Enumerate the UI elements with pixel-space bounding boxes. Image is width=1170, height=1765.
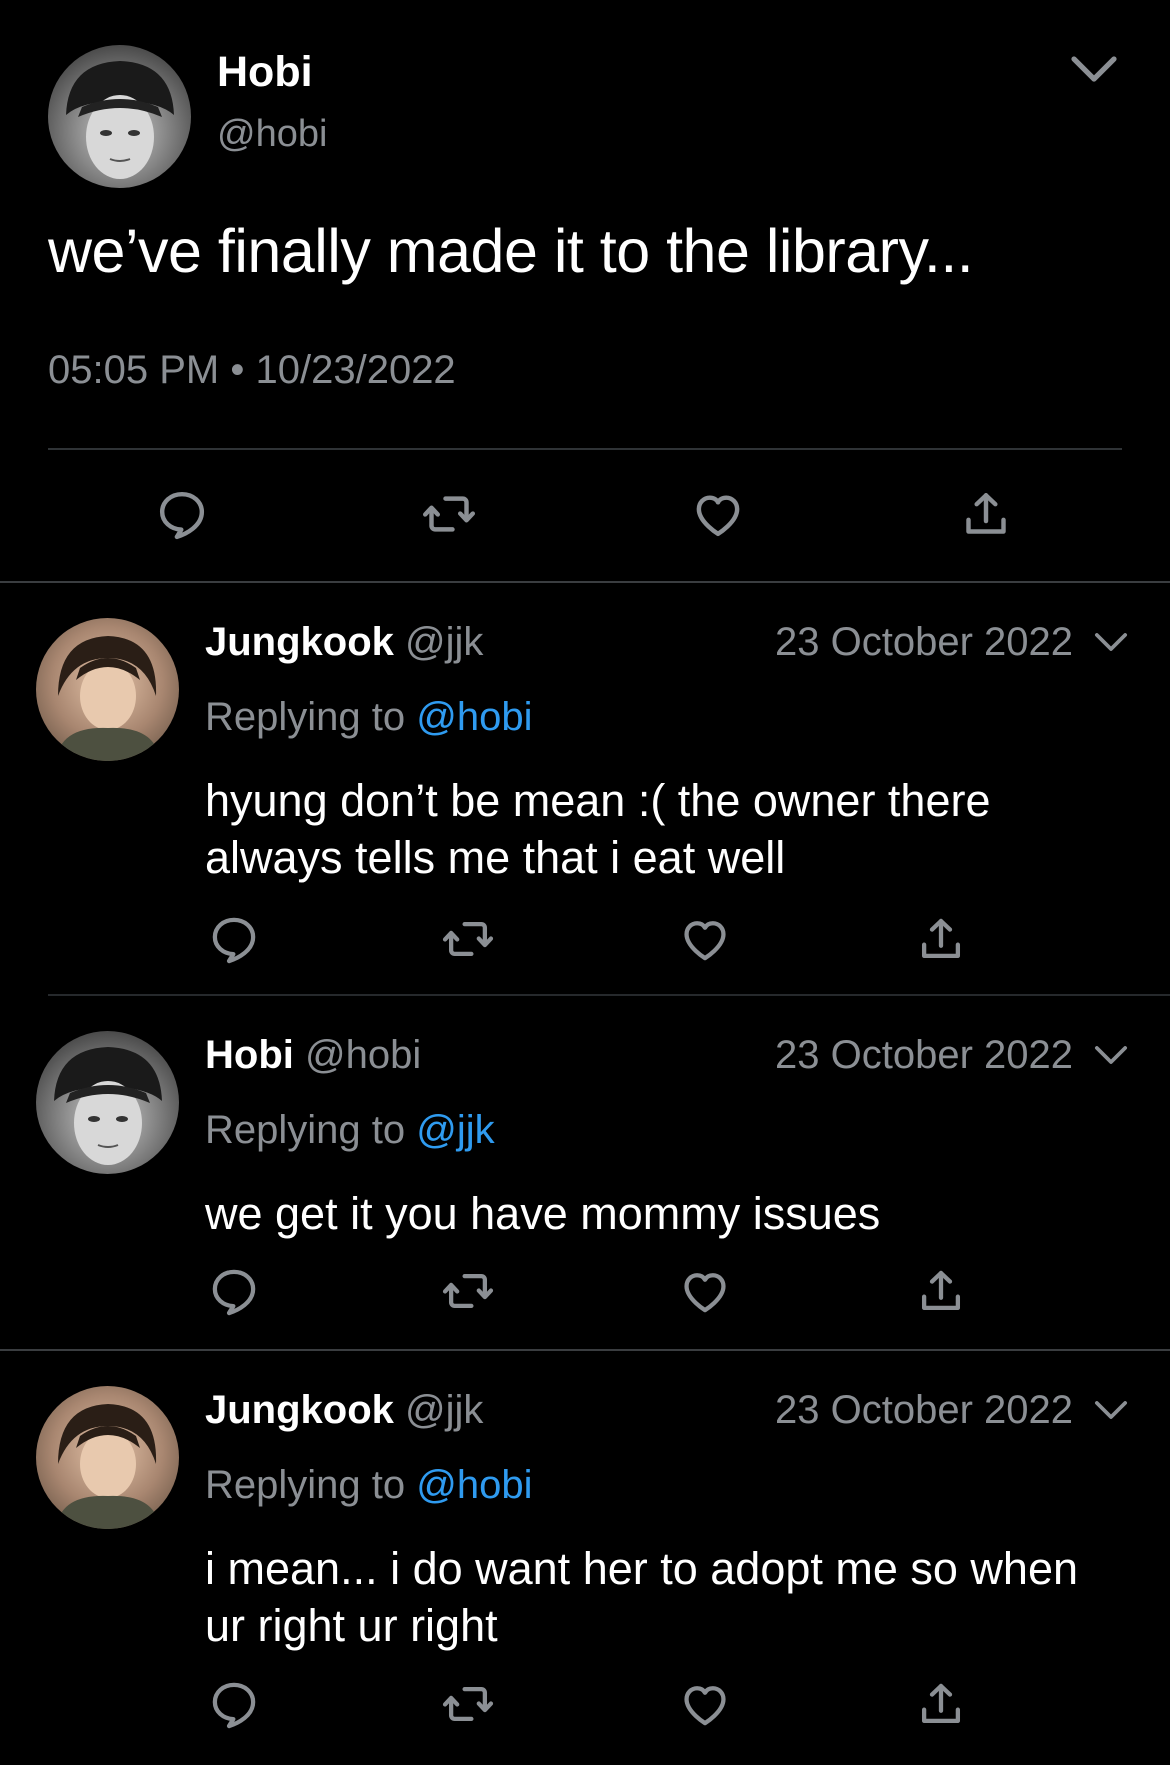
replying-prefix: Replying to bbox=[205, 695, 406, 739]
reply-icon[interactable] bbox=[207, 1264, 261, 1318]
tweet-time: 05:05 PM bbox=[48, 348, 220, 392]
reply-icon[interactable] bbox=[207, 1677, 261, 1731]
reply-icon[interactable] bbox=[154, 486, 210, 542]
mention-link[interactable]: @hobi bbox=[416, 1463, 532, 1507]
divider bbox=[48, 994, 1170, 996]
share-icon[interactable] bbox=[914, 1677, 968, 1731]
reply-text: we get it you have mommy issues bbox=[205, 1188, 881, 1239]
replying-to: Replying to @jjk bbox=[205, 1108, 495, 1153]
author-handle[interactable]: @jjk bbox=[405, 1388, 483, 1432]
tweet-timestamp: 05:05 PM • 10/23/2022 bbox=[48, 348, 456, 393]
avatar[interactable] bbox=[36, 1031, 179, 1174]
heart-icon[interactable] bbox=[678, 912, 732, 966]
replying-to: Replying to @hobi bbox=[205, 1463, 532, 1508]
reply-author: Jungkook @jjk bbox=[205, 620, 483, 665]
heart-icon[interactable] bbox=[690, 486, 746, 542]
mention-link[interactable]: @hobi bbox=[416, 695, 532, 739]
chevron-down-icon[interactable] bbox=[1094, 1400, 1128, 1420]
divider bbox=[48, 448, 1122, 450]
chevron-down-icon[interactable] bbox=[1094, 632, 1128, 652]
heart-icon[interactable] bbox=[678, 1677, 732, 1731]
author-name[interactable]: Hobi bbox=[205, 1033, 294, 1077]
reply-text: hyung don’t be mean :( the owner there a… bbox=[205, 775, 991, 883]
mention-link[interactable]: @jjk bbox=[416, 1108, 494, 1152]
meta-separator: • bbox=[230, 348, 245, 392]
action-bar bbox=[0, 1677, 1170, 1733]
retweet-icon[interactable] bbox=[441, 912, 495, 966]
reply-date: 23 October 2022 bbox=[775, 620, 1073, 664]
reply-tweet[interactable]: Jungkook @jjk 23 October 2022 Replying t… bbox=[0, 1386, 1170, 1761]
author-name[interactable]: Jungkook bbox=[205, 1388, 394, 1432]
reply-icon[interactable] bbox=[207, 912, 261, 966]
reply-tweet[interactable]: Hobi @hobi 23 October 2022 Replying to @… bbox=[0, 1031, 1170, 1346]
tweet-text: we’ve finally made it to the library... bbox=[48, 217, 974, 285]
retweet-icon[interactable] bbox=[441, 1677, 495, 1731]
reply-author: Jungkook @jjk bbox=[205, 1388, 483, 1433]
action-bar bbox=[0, 912, 1170, 968]
chevron-down-icon[interactable] bbox=[1070, 55, 1118, 83]
avatar[interactable] bbox=[36, 618, 179, 761]
chevron-down-icon[interactable] bbox=[1094, 1045, 1128, 1065]
avatar[interactable] bbox=[36, 1386, 179, 1529]
reply-tweet[interactable]: Jungkook @jjk 23 October 2022 Replying t… bbox=[0, 618, 1170, 993]
author-name[interactable]: Hobi bbox=[217, 48, 313, 97]
author-handle[interactable]: @hobi bbox=[305, 1033, 421, 1077]
reply-author: Hobi @hobi bbox=[205, 1033, 421, 1078]
reply-date: 23 October 2022 bbox=[775, 1388, 1073, 1432]
reply-date: 23 October 2022 bbox=[775, 1033, 1073, 1077]
replying-prefix: Replying to bbox=[205, 1108, 406, 1152]
tweet-date: 10/23/2022 bbox=[255, 348, 456, 392]
action-bar bbox=[0, 486, 1170, 546]
share-icon[interactable] bbox=[914, 1264, 968, 1318]
share-icon[interactable] bbox=[958, 486, 1014, 542]
reply-text: i mean... i do want her to adopt me so w… bbox=[205, 1543, 1078, 1651]
replying-prefix: Replying to bbox=[205, 1463, 406, 1507]
divider bbox=[0, 581, 1170, 583]
avatar[interactable] bbox=[48, 45, 191, 188]
author-name[interactable]: Jungkook bbox=[205, 620, 394, 664]
retweet-icon[interactable] bbox=[421, 486, 477, 542]
replying-to: Replying to @hobi bbox=[205, 695, 532, 740]
heart-icon[interactable] bbox=[678, 1264, 732, 1318]
author-handle[interactable]: @hobi bbox=[217, 113, 327, 156]
retweet-icon[interactable] bbox=[441, 1264, 495, 1318]
share-icon[interactable] bbox=[914, 912, 968, 966]
action-bar bbox=[0, 1264, 1170, 1320]
author-handle[interactable]: @jjk bbox=[405, 620, 483, 664]
divider bbox=[0, 1349, 1170, 1351]
main-tweet[interactable]: Hobi @hobi we’ve finally made it to the … bbox=[0, 0, 1170, 582]
